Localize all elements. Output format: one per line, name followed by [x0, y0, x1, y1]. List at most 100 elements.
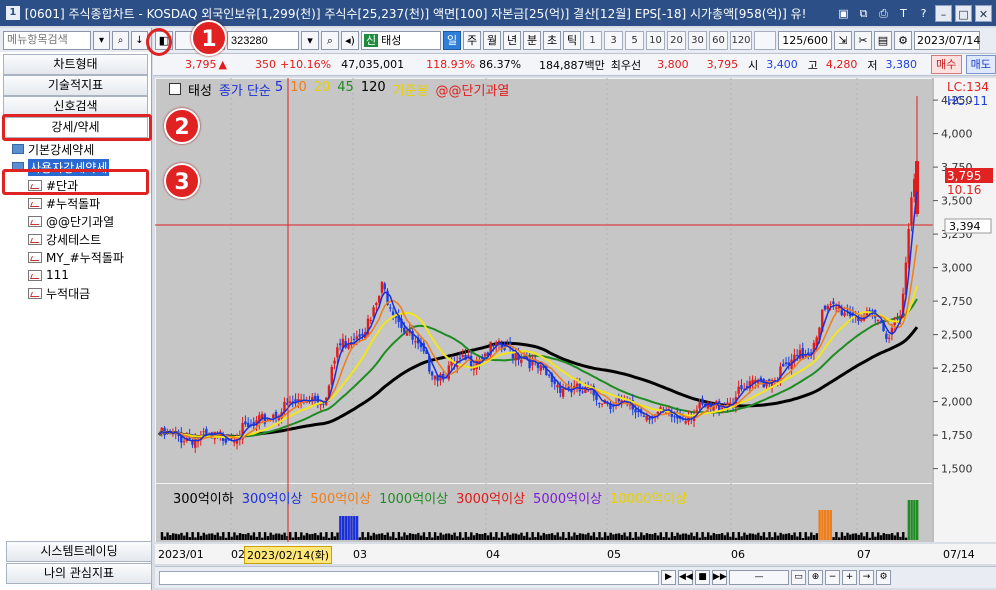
period-day[interactable]: 일 [443, 31, 461, 50]
gear-icon[interactable]: ⚙ [876, 570, 891, 585]
num-5[interactable]: 5 [625, 31, 644, 50]
candle-body [740, 385, 743, 390]
dropdown-icon[interactable]: ▾ [93, 30, 110, 50]
tree-item[interactable]: 111 [8, 266, 151, 284]
settings-icon[interactable]: ⚙ [894, 31, 912, 50]
code-dropdown-icon[interactable]: ▾ [301, 31, 319, 50]
low-label: 저 [867, 58, 878, 72]
layout-icon[interactable]: ▣ [835, 5, 852, 22]
tree-item[interactable]: 강세테스트 [8, 230, 151, 248]
save-icon[interactable]: ▤ [874, 31, 892, 50]
menu-technical-indicators[interactable]: 기술적지표 [3, 75, 148, 96]
help-icon[interactable]: ? [915, 5, 932, 22]
chart-canvas[interactable]: 4,2504,0003,7503,5003,2503,0002,7502,500… [155, 78, 996, 542]
tree-item[interactable]: MY_#누적돌파 [8, 248, 151, 266]
volume-bar [386, 532, 389, 540]
stock-code-input[interactable] [227, 31, 299, 50]
close-icon[interactable]: ✕ [975, 4, 992, 22]
data-count[interactable]: 125/600 [778, 31, 832, 50]
num-60[interactable]: 60 [709, 31, 728, 50]
minus-icon[interactable]: − [825, 570, 840, 585]
speaker-icon[interactable]: ◂) [341, 31, 359, 50]
play-icon[interactable]: ▶ [661, 570, 676, 585]
maximize-icon[interactable]: □ [955, 4, 972, 22]
period-year[interactable]: 년 [503, 31, 521, 50]
candle-body [659, 407, 662, 409]
price-tick-label: 2,000 [941, 396, 973, 409]
forward-icon[interactable]: ▶▶ [712, 570, 727, 585]
volume-bar [615, 533, 618, 540]
menu-search-row: ▾ ⌕ ↓ [0, 28, 151, 52]
volume-bar [642, 535, 646, 540]
period-week[interactable]: 주 [463, 31, 481, 50]
volume-bar [433, 532, 437, 540]
buy-button[interactable]: 매수 [931, 55, 962, 74]
sell-button[interactable]: 매도 [965, 55, 996, 74]
font-icon[interactable]: T [895, 5, 912, 22]
tree-folder-basic[interactable]: 기본강세약세 [8, 140, 151, 158]
candle-body [514, 353, 517, 361]
volume-bar [748, 533, 752, 540]
code-search-icon[interactable]: ⌕ [321, 31, 339, 50]
volume-bar [916, 500, 919, 540]
date-input[interactable]: 2023/07/14 [914, 31, 980, 50]
stop-icon[interactable]: ■ [695, 570, 710, 585]
candle-body [684, 421, 687, 424]
menu-my-indicators[interactable]: 나의 관심지표 [6, 563, 152, 584]
candle-body [352, 338, 356, 340]
menu-search-input[interactable] [3, 30, 91, 50]
candle-body [896, 318, 899, 320]
num-3[interactable]: 3 [604, 31, 623, 50]
arrow-icon[interactable]: → [859, 570, 874, 585]
fit-icon[interactable]: ▭ [791, 570, 806, 585]
volume-bar [478, 534, 481, 540]
num-1[interactable]: 1 [583, 31, 602, 50]
stock-name-box[interactable]: 신 태성 [361, 31, 441, 50]
chart-scrollbar[interactable] [159, 570, 659, 585]
volume-bar [793, 532, 796, 540]
plus-icon[interactable]: + [842, 570, 857, 585]
candle-body [737, 386, 740, 394]
blank-input[interactable] [754, 31, 776, 50]
legend-price-type: 종가 단순 [218, 84, 271, 99]
zoom-icon[interactable]: ⊕ [808, 570, 823, 585]
minimize-icon[interactable]: – [935, 4, 952, 22]
print-icon[interactable]: ⎙ [875, 5, 892, 22]
num-10[interactable]: 10 [646, 31, 665, 50]
volume-bar [857, 534, 860, 540]
menu-chart-type[interactable]: 차트형태 [3, 54, 148, 75]
price-chart[interactable]: 4,250 4,000 3,750 3,500 3,250 3,000 2,750 2,500… [155, 78, 996, 542]
candle-body [483, 353, 487, 357]
volume-bar [344, 516, 348, 540]
menu-system-trading[interactable]: 시스템트레이딩 [6, 541, 152, 562]
volume-bar [364, 537, 367, 540]
tree-item[interactable]: #누적돌파 [8, 194, 151, 212]
period-tick[interactable]: 틱 [563, 31, 581, 50]
tree-item[interactable]: 누적대금 [8, 284, 151, 302]
zoom-in-icon[interactable]: ⇲ [834, 31, 852, 50]
tree-item[interactable]: @@단기과열 [8, 212, 151, 230]
candle-body [832, 301, 835, 304]
restore-icon[interactable]: ⧉ [855, 5, 872, 22]
volume-bar [656, 535, 660, 540]
volume-bar [835, 532, 838, 540]
folder-icon [12, 144, 24, 154]
zoom-slider[interactable]: — [729, 570, 789, 585]
volume-bar [885, 533, 888, 540]
volume-bar [389, 536, 392, 540]
candle-body [910, 197, 913, 226]
tree-item-label: @@단기과열 [46, 214, 115, 229]
scissors-icon[interactable]: ✂ [854, 31, 872, 50]
chart-legend-settings-icon[interactable] [169, 83, 181, 95]
period-month[interactable]: 월 [483, 31, 501, 50]
period-second[interactable]: 초 [543, 31, 561, 50]
period-minute[interactable]: 분 [523, 31, 541, 50]
candle-body [322, 403, 325, 405]
search-icon[interactable]: ⌕ [112, 30, 129, 50]
num-30[interactable]: 30 [688, 31, 707, 50]
num-120[interactable]: 120 [730, 31, 752, 50]
num-20[interactable]: 20 [667, 31, 686, 50]
volume-bar [308, 534, 311, 540]
rewind-icon[interactable]: ◀◀ [678, 570, 693, 585]
volume-bar [238, 533, 242, 540]
